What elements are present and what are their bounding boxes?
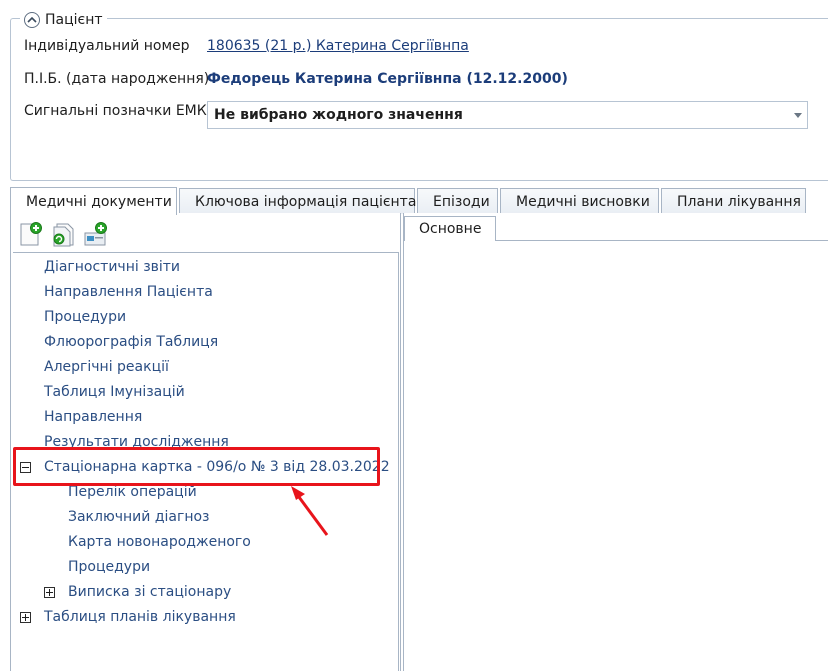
documents-toolbar — [17, 221, 109, 247]
tab-treatment-plans[interactable]: Плани лікування — [661, 188, 806, 214]
tree-item-diagnostic-reports[interactable]: Діагностичні звіти — [44, 259, 180, 275]
tree-item-treatment-plans-table[interactable]: Таблиця планів лікування — [44, 609, 236, 625]
tab-key-patient-info[interactable]: Ключова інформація пацієнта — [179, 188, 416, 214]
tree-item-newborn-card[interactable]: Карта новонародженого — [68, 534, 251, 550]
tree-item-immunization-table[interactable]: Таблиця Імунізацій — [44, 384, 185, 400]
tree-item-allergic-reactions[interactable]: Алергічні реакції — [44, 359, 169, 375]
signal-marks-select[interactable]: Не вибрано жодного значення — [207, 101, 808, 129]
tree-item-patient-referrals[interactable]: Направлення Пацієнта — [44, 284, 213, 300]
dropdown-arrow-icon[interactable] — [789, 102, 807, 128]
red-arrow-icon — [291, 486, 329, 536]
documents-panel: Діагностичні звіти Направлення Пацієнта … — [10, 213, 401, 671]
expand-node-icon[interactable] — [44, 587, 55, 598]
tree-item-procedures[interactable]: Процедури — [44, 309, 126, 325]
add-record-icon[interactable] — [83, 221, 109, 247]
details-panel: Основне — [403, 213, 828, 671]
tab-episodes[interactable]: Епізоди — [417, 188, 498, 214]
tree-item-referrals[interactable]: Направлення — [44, 409, 142, 425]
patient-group-header: Пацієнт — [20, 9, 107, 31]
tree-item-final-diagnosis[interactable]: Заключний діагноз — [68, 509, 209, 525]
patient-name-value: Федорець Катерина Сергіївнпа (12.12.2000… — [207, 71, 568, 87]
expand-node-icon[interactable] — [20, 612, 31, 623]
patient-id-link[interactable]: 180635 (21 р.) Катерина Сергіївнпа — [207, 38, 469, 54]
tab-medical-conclusions[interactable]: Медичні висновки — [500, 188, 659, 214]
signal-marks-label: Сигнальні позначки ЕМК — [24, 103, 207, 119]
main-tabs: Медичні документи Ключова інформація пац… — [10, 187, 808, 215]
tree-item-fluorography-table[interactable]: Флюорографія Таблиця — [44, 334, 218, 350]
id-label: Індивідуальний номер — [24, 38, 190, 54]
tree-item-discharge-summary[interactable]: Виписка зі стаціонару — [68, 584, 231, 600]
tree-item-sub-procedures[interactable]: Процедури — [68, 559, 150, 575]
patient-group-title: Пацієнт — [45, 12, 103, 28]
name-label: П.І.Б. (дата народження) — [24, 71, 210, 87]
refresh-document-icon[interactable] — [50, 221, 76, 247]
new-document-icon[interactable] — [17, 221, 43, 247]
tab-main[interactable]: Основне — [404, 216, 497, 241]
tree-item-operations-list[interactable]: Перелік операцій — [68, 484, 197, 500]
collapse-icon[interactable] — [24, 12, 40, 28]
tab-medical-documents[interactable]: Медичні документи — [10, 187, 177, 215]
signal-marks-value: Не вибрано жодного значення — [214, 107, 463, 123]
